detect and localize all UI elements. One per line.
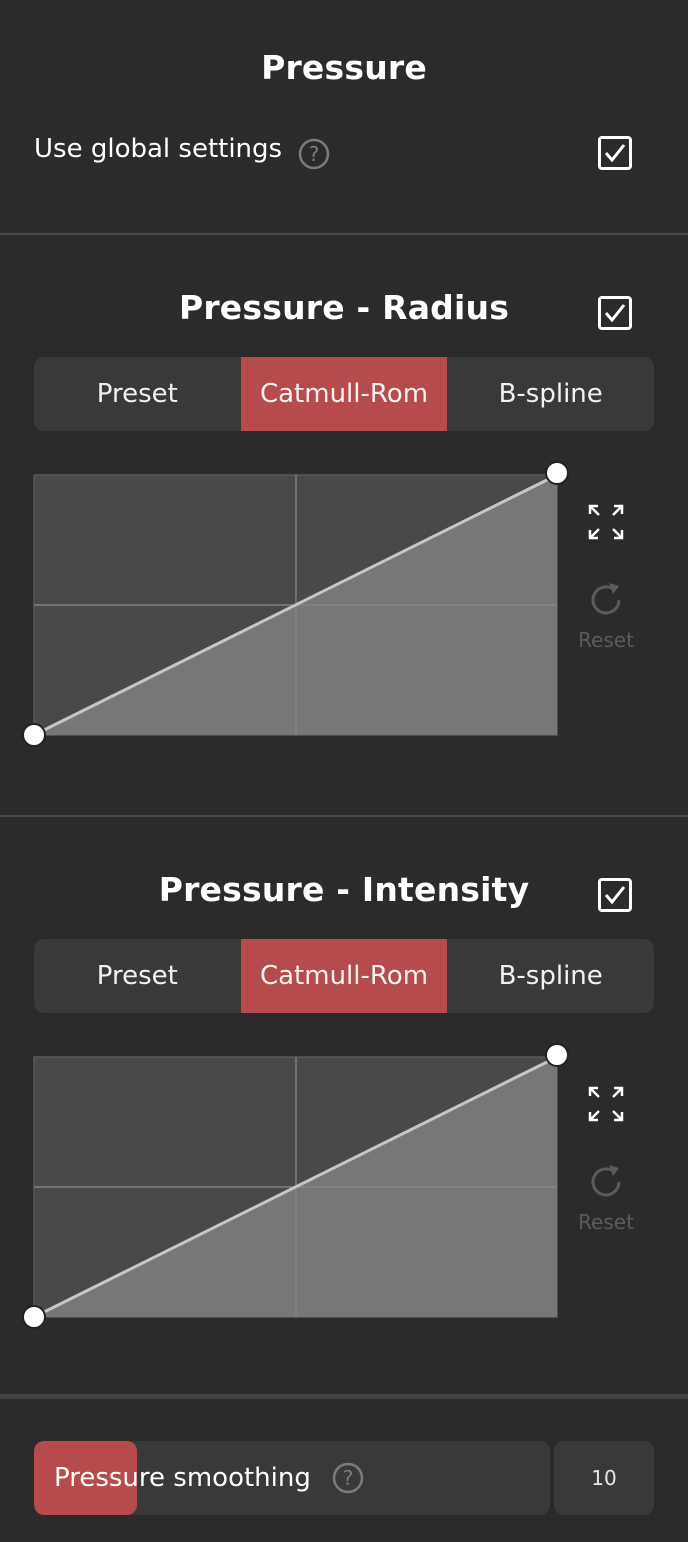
curve-intensity-checkbox[interactable]: [598, 878, 632, 912]
mode-preset-button[interactable]: Preset: [34, 939, 241, 1013]
curve-control-point[interactable]: [545, 461, 569, 485]
reset-button-label[interactable]: Reset: [566, 1210, 646, 1234]
curve-radius-graph[interactable]: [0, 460, 600, 760]
divider: [0, 233, 688, 235]
reset-icon[interactable]: [586, 580, 626, 620]
mode-catmull-rom-button[interactable]: Catmull-Rom: [240, 357, 448, 431]
reset-button-label[interactable]: Reset: [566, 628, 646, 652]
curve-radius-mode-selector: Preset Catmull-Rom B-spline: [34, 357, 654, 431]
curve-intensity-title: Pressure - Intensity: [158, 870, 530, 909]
curve-intensity-mode-selector: Preset Catmull-Rom B-spline: [34, 939, 654, 1013]
mode-b-spline-button[interactable]: B-spline: [447, 939, 654, 1013]
checkmark-icon: [604, 304, 626, 323]
reset-icon[interactable]: [586, 1162, 626, 1202]
checkmark-icon: [604, 144, 626, 163]
curve-control-point[interactable]: [22, 1305, 46, 1329]
pressure-smoothing-label: Pressure smoothing: [54, 1463, 311, 1493]
checkmark-icon: [604, 886, 626, 905]
expand-icon[interactable]: [586, 1084, 626, 1124]
mode-catmull-rom-button[interactable]: Catmull-Rom: [240, 939, 448, 1013]
pressure-smoothing-slider[interactable]: Pressure smoothing ?: [34, 1441, 550, 1515]
svg-text:?: ?: [309, 142, 320, 166]
curve-radius-checkbox[interactable]: [598, 296, 632, 330]
curve-control-point[interactable]: [22, 723, 46, 747]
divider: [0, 1394, 688, 1399]
help-icon[interactable]: ?: [298, 138, 330, 170]
page-title: Pressure: [261, 48, 427, 87]
curve-intensity-graph[interactable]: [0, 1042, 600, 1342]
mode-b-spline-button[interactable]: B-spline: [447, 357, 654, 431]
curve-radius-title: Pressure - Radius: [178, 288, 510, 327]
pressure-smoothing-value[interactable]: 10: [554, 1441, 654, 1515]
help-icon[interactable]: ?: [332, 1462, 364, 1494]
use-global-label: Use global settings: [34, 134, 283, 164]
pressure-panel: Pressure Use global settings ? Pressure …: [0, 0, 688, 1542]
use-global-checkbox[interactable]: [598, 136, 632, 170]
svg-text:?: ?: [343, 1466, 354, 1490]
mode-preset-button[interactable]: Preset: [34, 357, 241, 431]
divider: [0, 815, 688, 817]
curve-control-point[interactable]: [545, 1043, 569, 1067]
expand-icon[interactable]: [586, 502, 626, 542]
